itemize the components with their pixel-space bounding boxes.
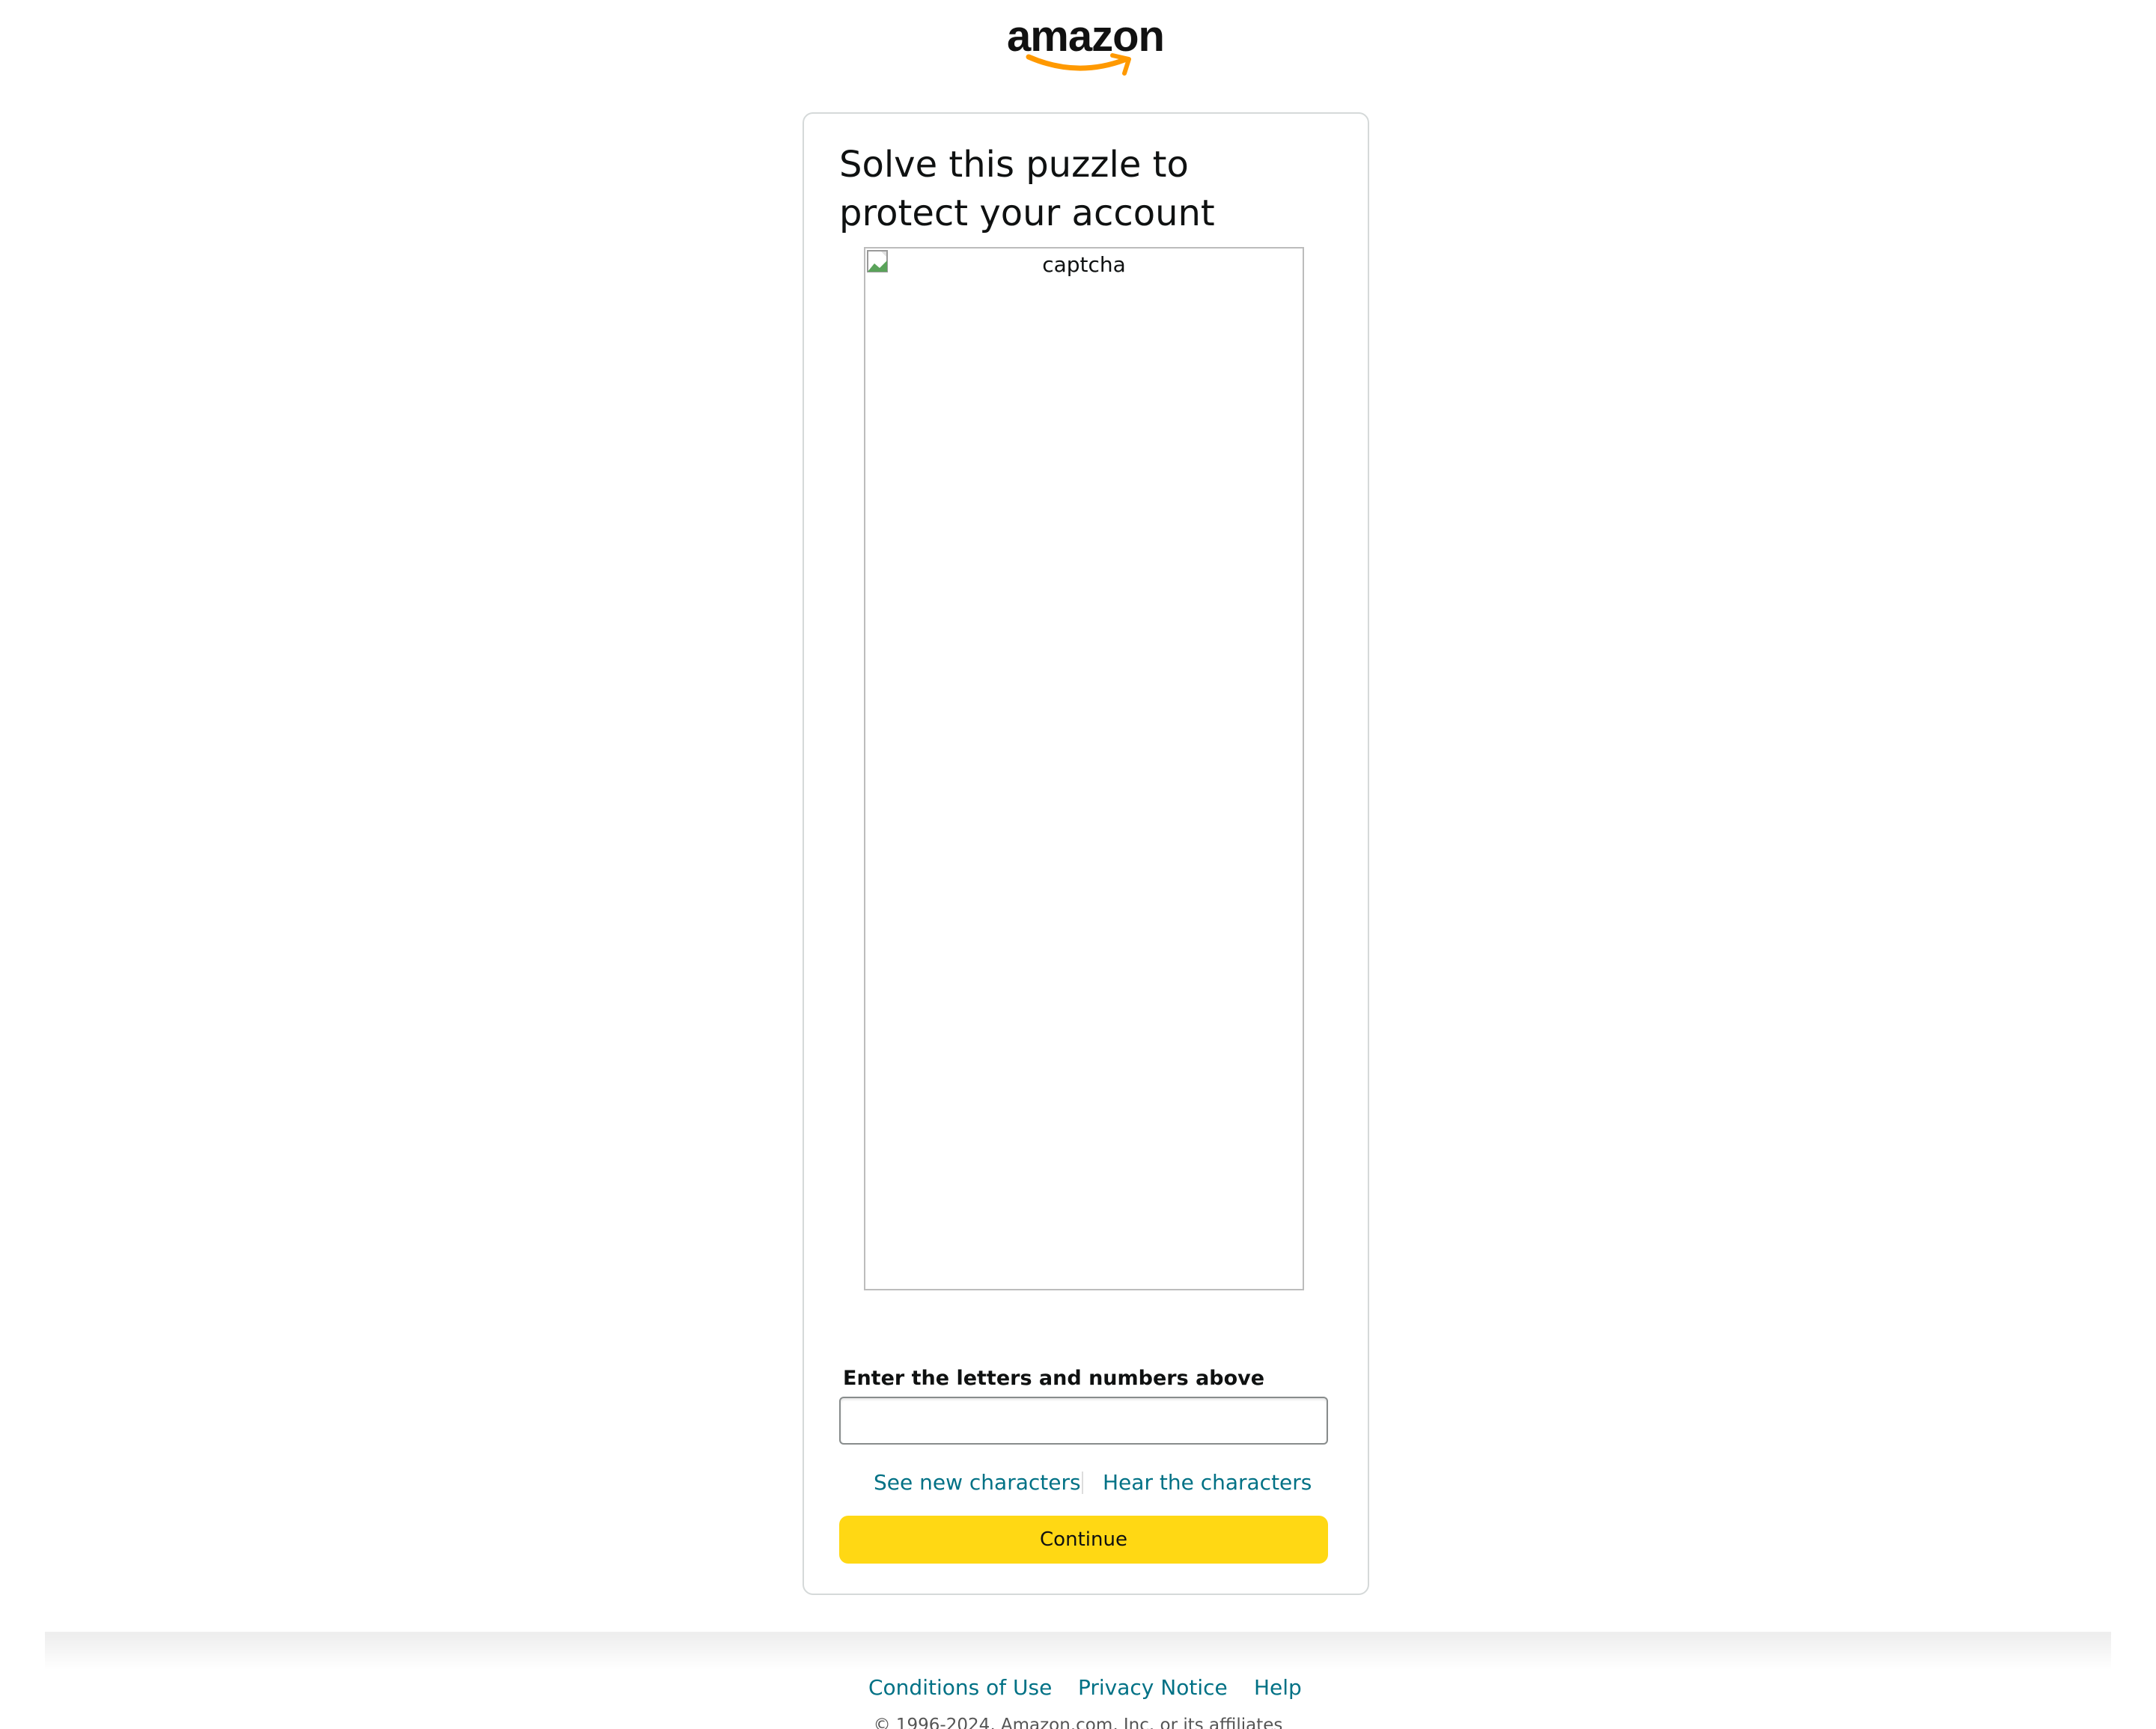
logo-smile-icon xyxy=(1026,53,1131,76)
footer-privacy-link[interactable]: Privacy Notice xyxy=(1078,1674,1228,1701)
captcha-input[interactable] xyxy=(839,1397,1328,1445)
hear-characters-link[interactable]: Hear the characters xyxy=(1103,1469,1312,1496)
footer-copyright: © 1996-2024, Amazon.com, Inc. or its aff… xyxy=(873,1716,1283,1729)
captcha-input-label: Enter the letters and numbers above xyxy=(843,1367,1265,1390)
footer-divider xyxy=(45,1632,2111,1670)
footer-conditions-link[interactable]: Conditions of Use xyxy=(868,1674,1052,1701)
captcha-image: captcha xyxy=(864,247,1304,1290)
continue-button[interactable]: Continue xyxy=(839,1516,1328,1564)
page-title: Solve this puzzle to protect your accoun… xyxy=(839,144,1215,234)
amazon-logo[interactable]: amazon xyxy=(1003,10,1168,78)
links-divider xyxy=(1082,1472,1083,1494)
captcha-alt-text: captcha xyxy=(1042,252,1126,277)
footer-help-link[interactable]: Help xyxy=(1254,1674,1302,1701)
see-new-characters-link[interactable]: See new characters xyxy=(874,1469,1081,1496)
